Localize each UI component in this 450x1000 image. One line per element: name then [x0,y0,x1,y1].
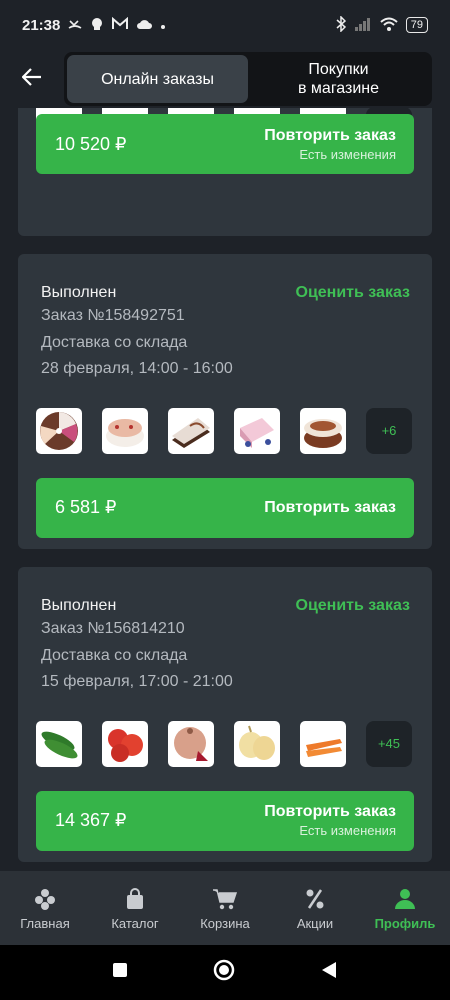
product-thumbnail[interactable] [168,720,214,767]
mail-icon [112,16,129,33]
delivery-type: Доставка со склада [41,646,188,664]
delivery-time: 15 февраля, 17:00 - 21:00 [41,673,233,690]
arrow-left-icon [21,65,42,93]
bluetooth-icon [336,14,346,35]
back-button[interactable] [0,50,64,108]
product-thumbnail[interactable] [36,407,82,454]
nav-label: Главная [20,915,70,931]
more-items-badge[interactable]: +6 [366,407,412,454]
product-thumbnail[interactable] [234,407,280,454]
profile-icon [394,886,416,912]
home-button-icon[interactable] [213,959,235,986]
order-status: Выполнен [41,284,117,301]
product-thumbnail[interactable] [102,407,148,454]
rate-order-link[interactable]: Оценить заказ [296,597,411,615]
rate-order-link[interactable]: Оценить заказ [296,284,411,302]
delivery-time: 28 февраля, 14:00 - 16:00 [41,360,233,377]
signal-icon [354,17,372,34]
product-thumbnail[interactable] [168,407,214,454]
cart-icon [212,886,238,912]
repeat-order-label: Повторить заказ [264,126,396,144]
order-price: 14 367 ₽ [55,810,127,830]
nav-promotions[interactable]: Акции [270,871,360,945]
repeat-order-button[interactable]: 6 581 ₽ Повторить заказ [36,477,414,538]
nav-label: Профиль [374,915,436,931]
changes-note: Есть изменения [299,823,396,838]
product-thumbnail[interactable] [102,720,148,767]
order-price: 6 581 ₽ [55,497,117,517]
nav-catalog[interactable]: Каталог [90,871,180,945]
repeat-order-button[interactable]: 14 367 ₽ Повторить заказ Есть изменения [36,790,414,851]
nav-cart[interactable]: Корзина [180,871,270,945]
back-triangle-icon[interactable] [320,961,338,984]
bag-icon [125,886,145,912]
dot-icon [160,18,166,33]
product-thumbnail[interactable] [300,720,346,767]
home-icon [34,886,56,912]
order-card: Выполнен Оценить заказ Заказ №156814210 … [18,567,432,862]
nav-label: Корзина [200,915,250,931]
repeat-order-label: Повторить заказ [264,803,396,820]
product-thumbnails: +6 [18,407,432,454]
order-status: Выполнен [41,597,117,614]
missed-call-icon [68,17,82,34]
order-number: Заказ №158492751 [41,307,185,324]
repeat-order-label: Повторить заказ [264,498,396,516]
battery-indicator: 79 [405,17,428,33]
tab-store-purchases[interactable]: Покупки в магазине [248,55,429,103]
status-time: 21:38 [22,16,61,34]
notification-icon [90,17,104,34]
system-navigation-bar [0,945,450,1000]
product-thumbnail[interactable] [300,407,346,454]
more-items-badge[interactable]: +45 [366,720,412,767]
nav-label: Акции [296,915,334,931]
cloud-icon [136,18,153,33]
percent-icon [305,886,325,912]
product-thumbnail[interactable] [36,720,82,767]
recent-apps-icon[interactable] [112,962,128,983]
tab-online-orders[interactable]: Онлайн заказы [67,55,248,103]
nav-home[interactable]: Главная [0,871,90,945]
order-price: 10 520 ₽ [55,133,127,154]
changes-note: Есть изменения [299,146,396,162]
repeat-order-button[interactable]: 10 520 ₽ Повторить заказ Есть изменения [36,114,414,174]
nav-profile[interactable]: Профиль [360,871,450,945]
product-thumbnail[interactable] [234,720,280,767]
delivery-type: Доставка со склада [41,333,188,351]
order-number: Заказ №156814210 [41,620,185,637]
orders-tab-switch: Онлайн заказы Покупки в магазине [64,52,432,106]
orders-list[interactable]: 10 520 ₽ Повторить заказ Есть изменения … [0,108,450,871]
header: Онлайн заказы Покупки в магазине [0,50,450,108]
wifi-icon [380,17,398,34]
bottom-navigation: Главная Каталог Корзина Акции Профиль [0,871,450,945]
product-thumbnails: +45 [18,720,432,767]
order-card: Выполнен Оценить заказ Заказ №158492751 … [18,254,432,549]
order-card: 10 520 ₽ Повторить заказ Есть изменения [18,108,432,236]
nav-label: Каталог [111,915,159,931]
status-bar: 21:38 79 [0,0,450,50]
